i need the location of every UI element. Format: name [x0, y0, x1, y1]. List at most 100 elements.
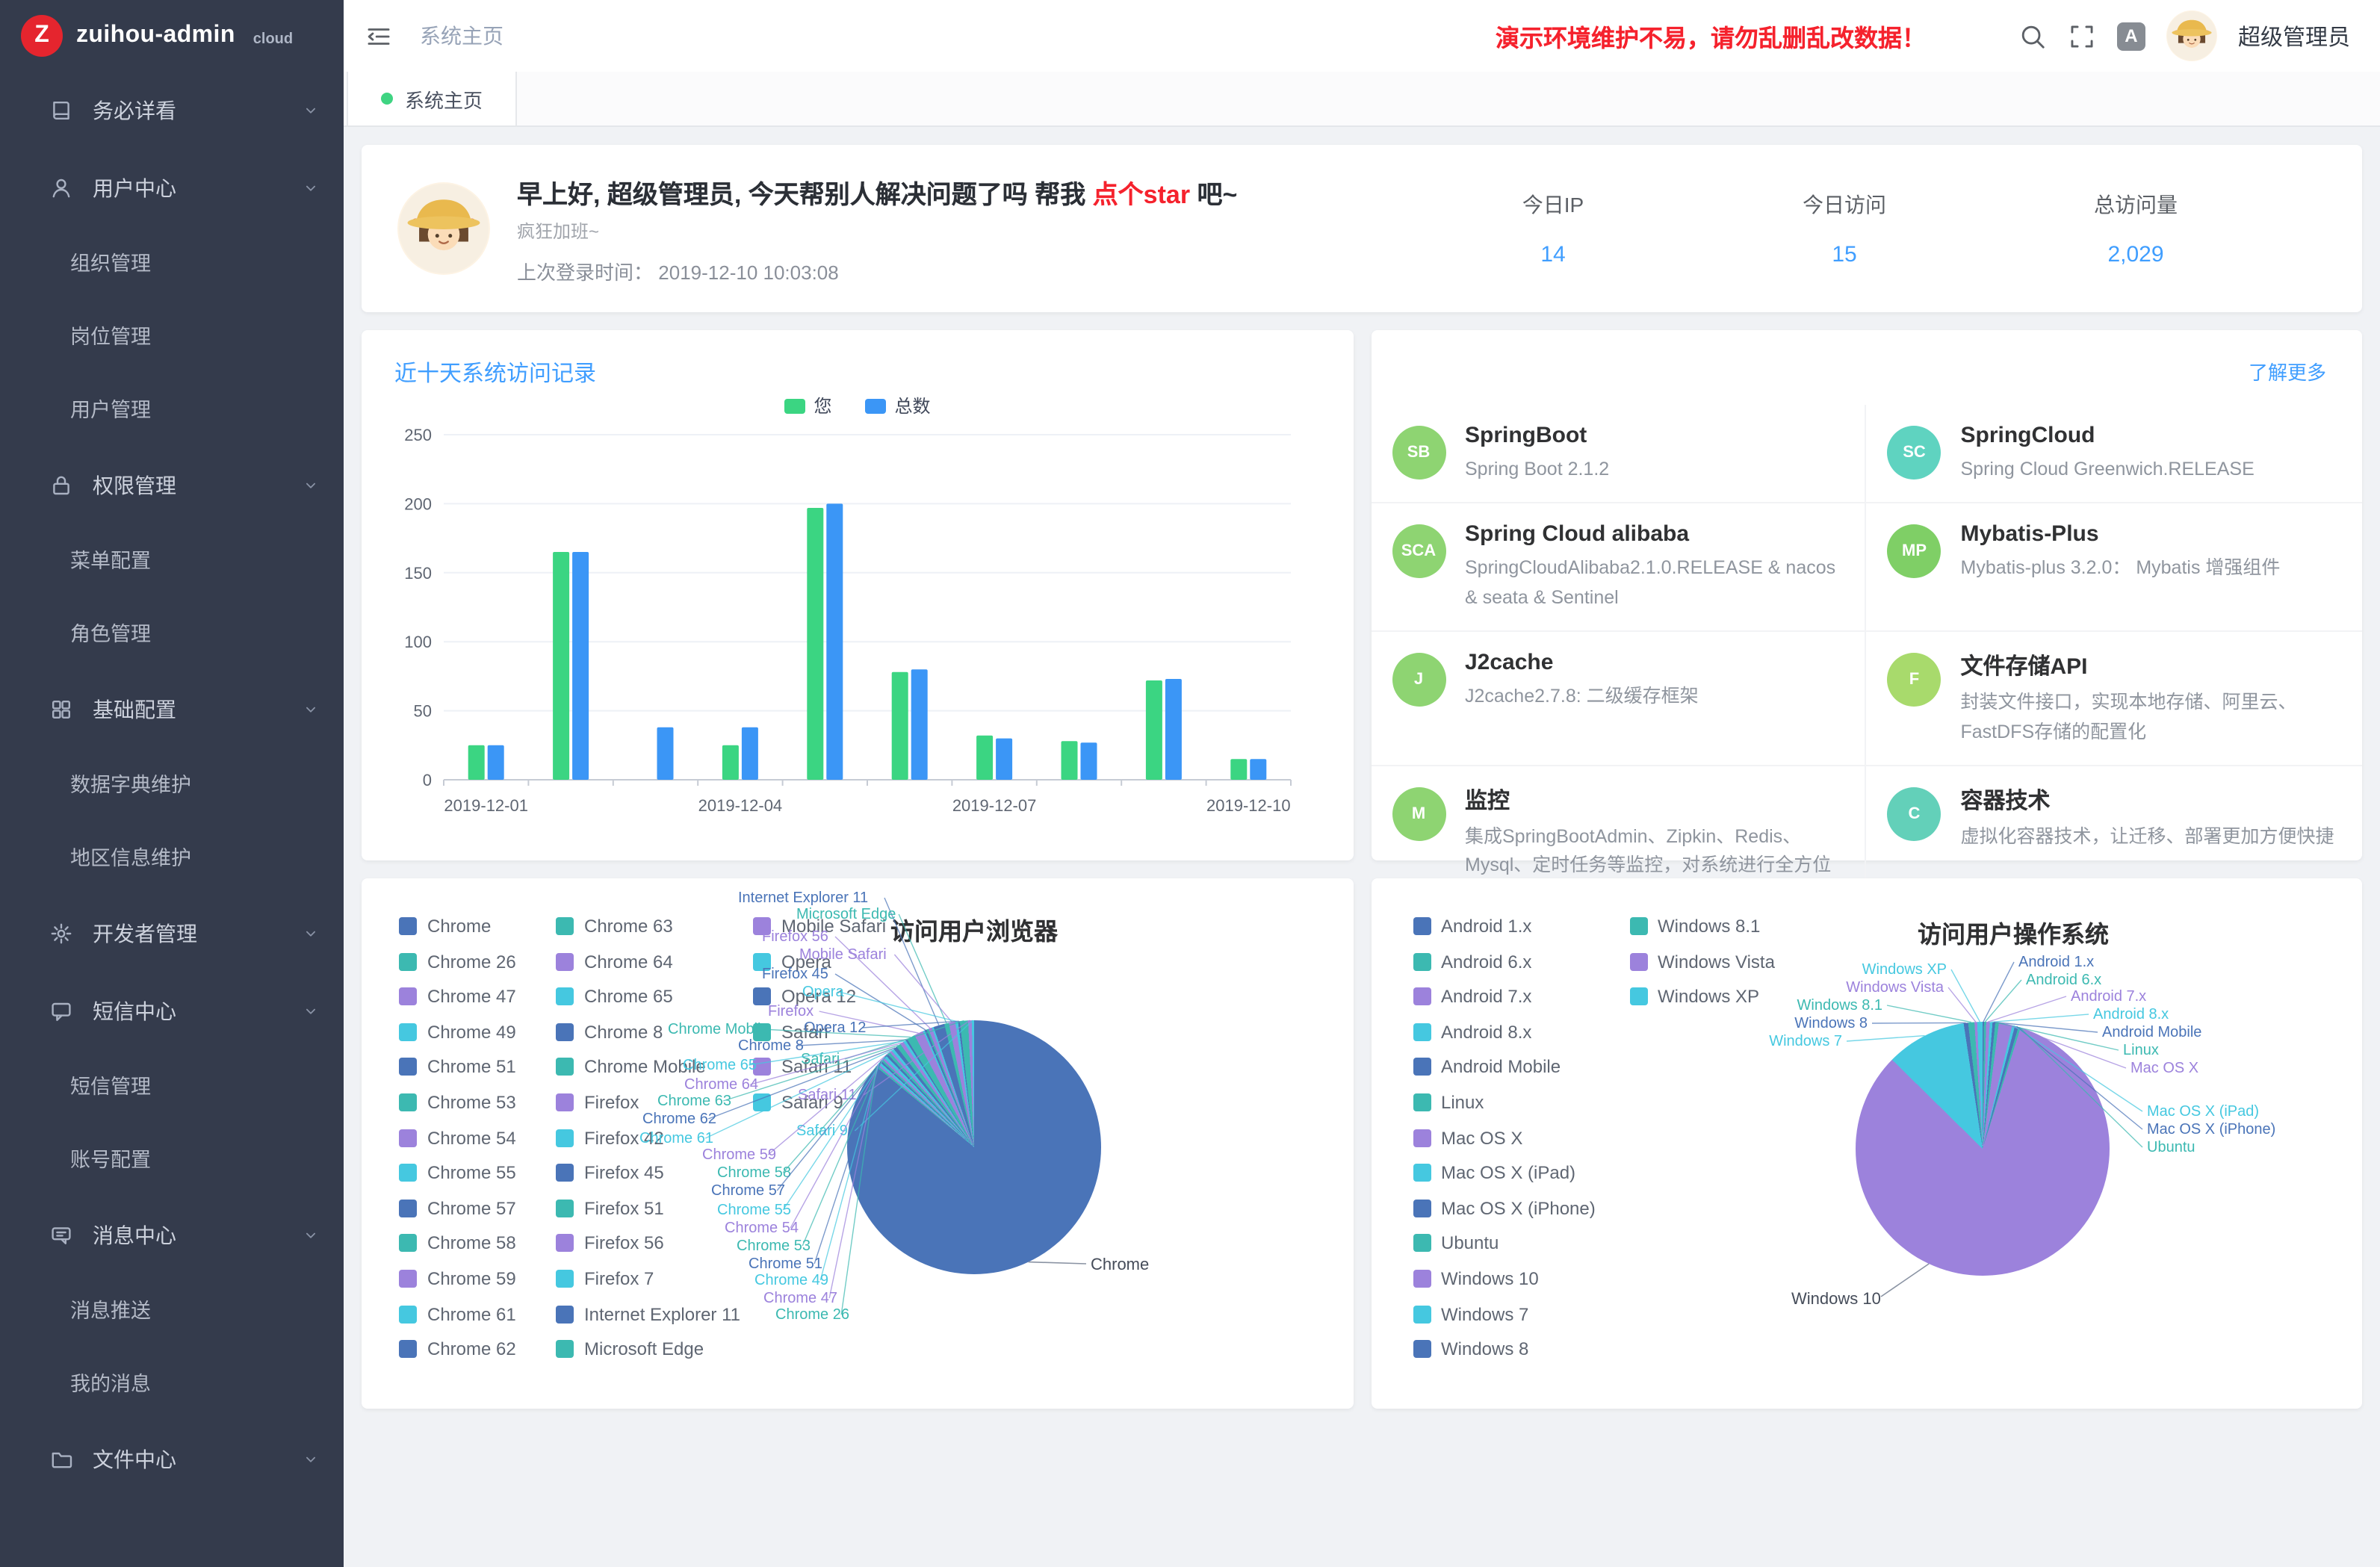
fullscreen-icon[interactable] — [2068, 22, 2096, 50]
legend-item[interactable]: Safari 11 — [753, 1058, 886, 1076]
svg-text:Windows 8.1: Windows 8.1 — [1797, 997, 1882, 1014]
mood-text: 疯狂加班~ — [517, 217, 1237, 243]
legend-item[interactable]: Chrome 53 — [399, 1093, 516, 1111]
legend-item[interactable]: Chrome 51 — [399, 1058, 516, 1076]
sidebar-subitem-2-0[interactable]: 菜单配置 — [0, 524, 344, 598]
sidebar-item-label: 短信中心 — [93, 996, 176, 1026]
chevron-down-icon — [302, 925, 320, 943]
legend-item[interactable]: Ubuntu — [1413, 1235, 1596, 1253]
legend-item[interactable]: Chrome Mobile — [556, 1058, 740, 1076]
tab-home[interactable]: 系统主页 — [347, 72, 517, 125]
legend-item[interactable]: Chrome 63 — [556, 917, 740, 935]
legend-item[interactable]: Chrome 54 — [399, 1129, 516, 1146]
tech-item-4[interactable]: JJ2cacheJ2cache2.7.8: 二级缓存框架 — [1371, 632, 1867, 766]
legend-item[interactable]: Windows 10 — [1413, 1270, 1596, 1288]
legend-item[interactable]: Firefox — [556, 1093, 740, 1111]
legend-label: Linux — [1441, 1092, 1484, 1113]
legend-item[interactable]: Microsoft Edge — [556, 1340, 740, 1358]
legend-item[interactable]: Chrome — [399, 917, 516, 935]
legend-item[interactable]: Chrome 58 — [399, 1235, 516, 1253]
tech-item-0[interactable]: SBSpringBootSpring Boot 2.1.2 — [1371, 405, 1867, 504]
legend-item[interactable]: Firefox 51 — [556, 1200, 740, 1217]
legend-item[interactable]: Android 1.x — [1413, 917, 1596, 935]
legend-item[interactable]: Opera — [753, 952, 886, 970]
tech-item-title: 监控 — [1465, 784, 1841, 816]
svg-text:0: 0 — [423, 771, 432, 789]
profile-avatar[interactable] — [397, 182, 490, 275]
legend-item[interactable]: Chrome 26 — [399, 952, 516, 970]
legend-item[interactable]: Internet Explorer 11 — [556, 1305, 740, 1323]
legend-item[interactable]: Mac OS X — [1413, 1129, 1596, 1146]
legend-item[interactable]: Windows 8 — [1413, 1340, 1596, 1358]
legend-item[interactable]: Android 6.x — [1413, 952, 1596, 970]
legend-item[interactable]: Firefox 56 — [556, 1235, 740, 1253]
legend-item[interactable]: Chrome 55 — [399, 1164, 516, 1182]
search-icon[interactable] — [2018, 22, 2047, 50]
legend-item[interactable]: Firefox 7 — [556, 1270, 740, 1288]
user-avatar[interactable] — [2166, 10, 2217, 61]
visit-chart-card: 近十天系统访问记录 您总数 0501001502002502019-12-012… — [362, 330, 1353, 860]
legend-item[interactable]: Opera 12 — [753, 987, 886, 1005]
legend-item[interactable]: Windows Vista — [1629, 952, 1775, 970]
sidebar-item-7[interactable]: 文件中心 — [0, 1421, 344, 1498]
legend-item[interactable]: Chrome 59 — [399, 1270, 516, 1288]
sidebar-item-3[interactable]: 基础配置 — [0, 671, 344, 748]
sidebar-subitem-6-1[interactable]: 我的消息 — [0, 1347, 344, 1421]
sidebar-item-1[interactable]: 用户中心 — [0, 149, 344, 227]
collapse-menu-icon[interactable] — [365, 22, 393, 50]
legend-column-0: Android 1.x Android 6.x Android 7.x Android… — [1413, 917, 1596, 1375]
tech-item-title: SpringBoot — [1465, 423, 1609, 448]
tech-item-1[interactable]: SCSpringCloudSpring Cloud Greenwich.RELE… — [1867, 405, 2363, 504]
sidebar-subitem-1-1[interactable]: 岗位管理 — [0, 300, 344, 373]
sidebar-subitem-1-0[interactable]: 组织管理 — [0, 227, 344, 300]
sidebar-item-6[interactable]: 消息中心 — [0, 1197, 344, 1274]
sidebar-item-0[interactable]: 务必详看 — [0, 72, 344, 149]
tech-item-3[interactable]: MPMybatis-PlusMybatis-plus 3.2.0： Mybati… — [1867, 504, 2363, 633]
sidebar-subitem-3-0[interactable]: 数据字典维护 — [0, 748, 344, 822]
tech-item-2[interactable]: SCASpring Cloud alibabaSpringCloudAlibab… — [1371, 504, 1867, 633]
sidebar-subitem-2-1[interactable]: 角色管理 — [0, 598, 344, 671]
browser-pie-chart[interactable] — [847, 1020, 1101, 1274]
legend-item[interactable]: Chrome 47 — [399, 987, 516, 1005]
legend-item[interactable]: Android Mobile — [1413, 1058, 1596, 1076]
legend-item[interactable]: Windows 7 — [1413, 1305, 1596, 1323]
legend-item[interactable]: Windows 8.1 — [1629, 917, 1775, 935]
font-size-icon[interactable] — [2117, 22, 2145, 50]
legend-swatch — [556, 1270, 574, 1288]
legend-item[interactable]: Chrome 8 — [556, 1023, 740, 1041]
legend-item[interactable]: Chrome 49 — [399, 1023, 516, 1041]
svg-text:200: 200 — [404, 494, 432, 513]
sidebar-subitem-5-0[interactable]: 短信管理 — [0, 1050, 344, 1123]
star-link[interactable]: 点个star — [1093, 180, 1190, 208]
legend-item[interactable]: Chrome 57 — [399, 1200, 516, 1217]
username[interactable]: 超级管理员 — [2238, 20, 2350, 52]
legend-item[interactable]: Chrome 65 — [556, 987, 740, 1005]
os-pie-chart[interactable] — [1855, 1022, 2109, 1276]
sidebar-subitem-6-0[interactable]: 消息推送 — [0, 1274, 344, 1347]
tech-item-5[interactable]: F文件存储API封装文件接口，实现本地存储、阿里云、FastDFS存储的配置化 — [1867, 632, 2363, 766]
legend-label: Mac OS X (iPhone) — [1441, 1198, 1596, 1219]
sidebar-item-2[interactable]: 权限管理 — [0, 447, 344, 524]
legend-item[interactable]: Chrome 64 — [556, 952, 740, 970]
legend-item[interactable]: Mac OS X (iPhone) — [1413, 1200, 1596, 1217]
legend-item[interactable]: Mac OS X (iPad) — [1413, 1164, 1596, 1182]
legend-item[interactable]: Firefox 42 — [556, 1129, 740, 1146]
legend-item[interactable]: Linux — [1413, 1093, 1596, 1111]
sidebar-item-4[interactable]: 开发者管理 — [0, 895, 344, 972]
legend-item[interactable]: Chrome 62 — [399, 1340, 516, 1358]
legend-item[interactable]: Safari — [753, 1023, 886, 1041]
legend-item[interactable]: Firefox 45 — [556, 1164, 740, 1182]
legend-item[interactable]: Windows XP — [1629, 987, 1775, 1005]
sidebar-subitem-5-1[interactable]: 账号配置 — [0, 1123, 344, 1197]
legend-item[interactable]: Mobile Safari — [753, 917, 886, 935]
learn-more-link[interactable]: 了解更多 — [2249, 357, 2326, 385]
legend-item[interactable]: Android 7.x — [1413, 987, 1596, 1005]
legend-item[interactable]: Android 8.x — [1413, 1023, 1596, 1041]
sidebar-subitem-3-1[interactable]: 地区信息维护 — [0, 822, 344, 895]
app-logo[interactable]: Z zuihou-admin cloud — [0, 0, 344, 72]
svg-text:2019-12-01: 2019-12-01 — [444, 796, 528, 815]
sidebar-subitem-1-2[interactable]: 用户管理 — [0, 373, 344, 447]
stat-block-1: 今日访问15 — [1699, 190, 1990, 267]
sidebar-item-5[interactable]: 短信中心 — [0, 972, 344, 1050]
legend-item[interactable]: Chrome 61 — [399, 1305, 516, 1323]
